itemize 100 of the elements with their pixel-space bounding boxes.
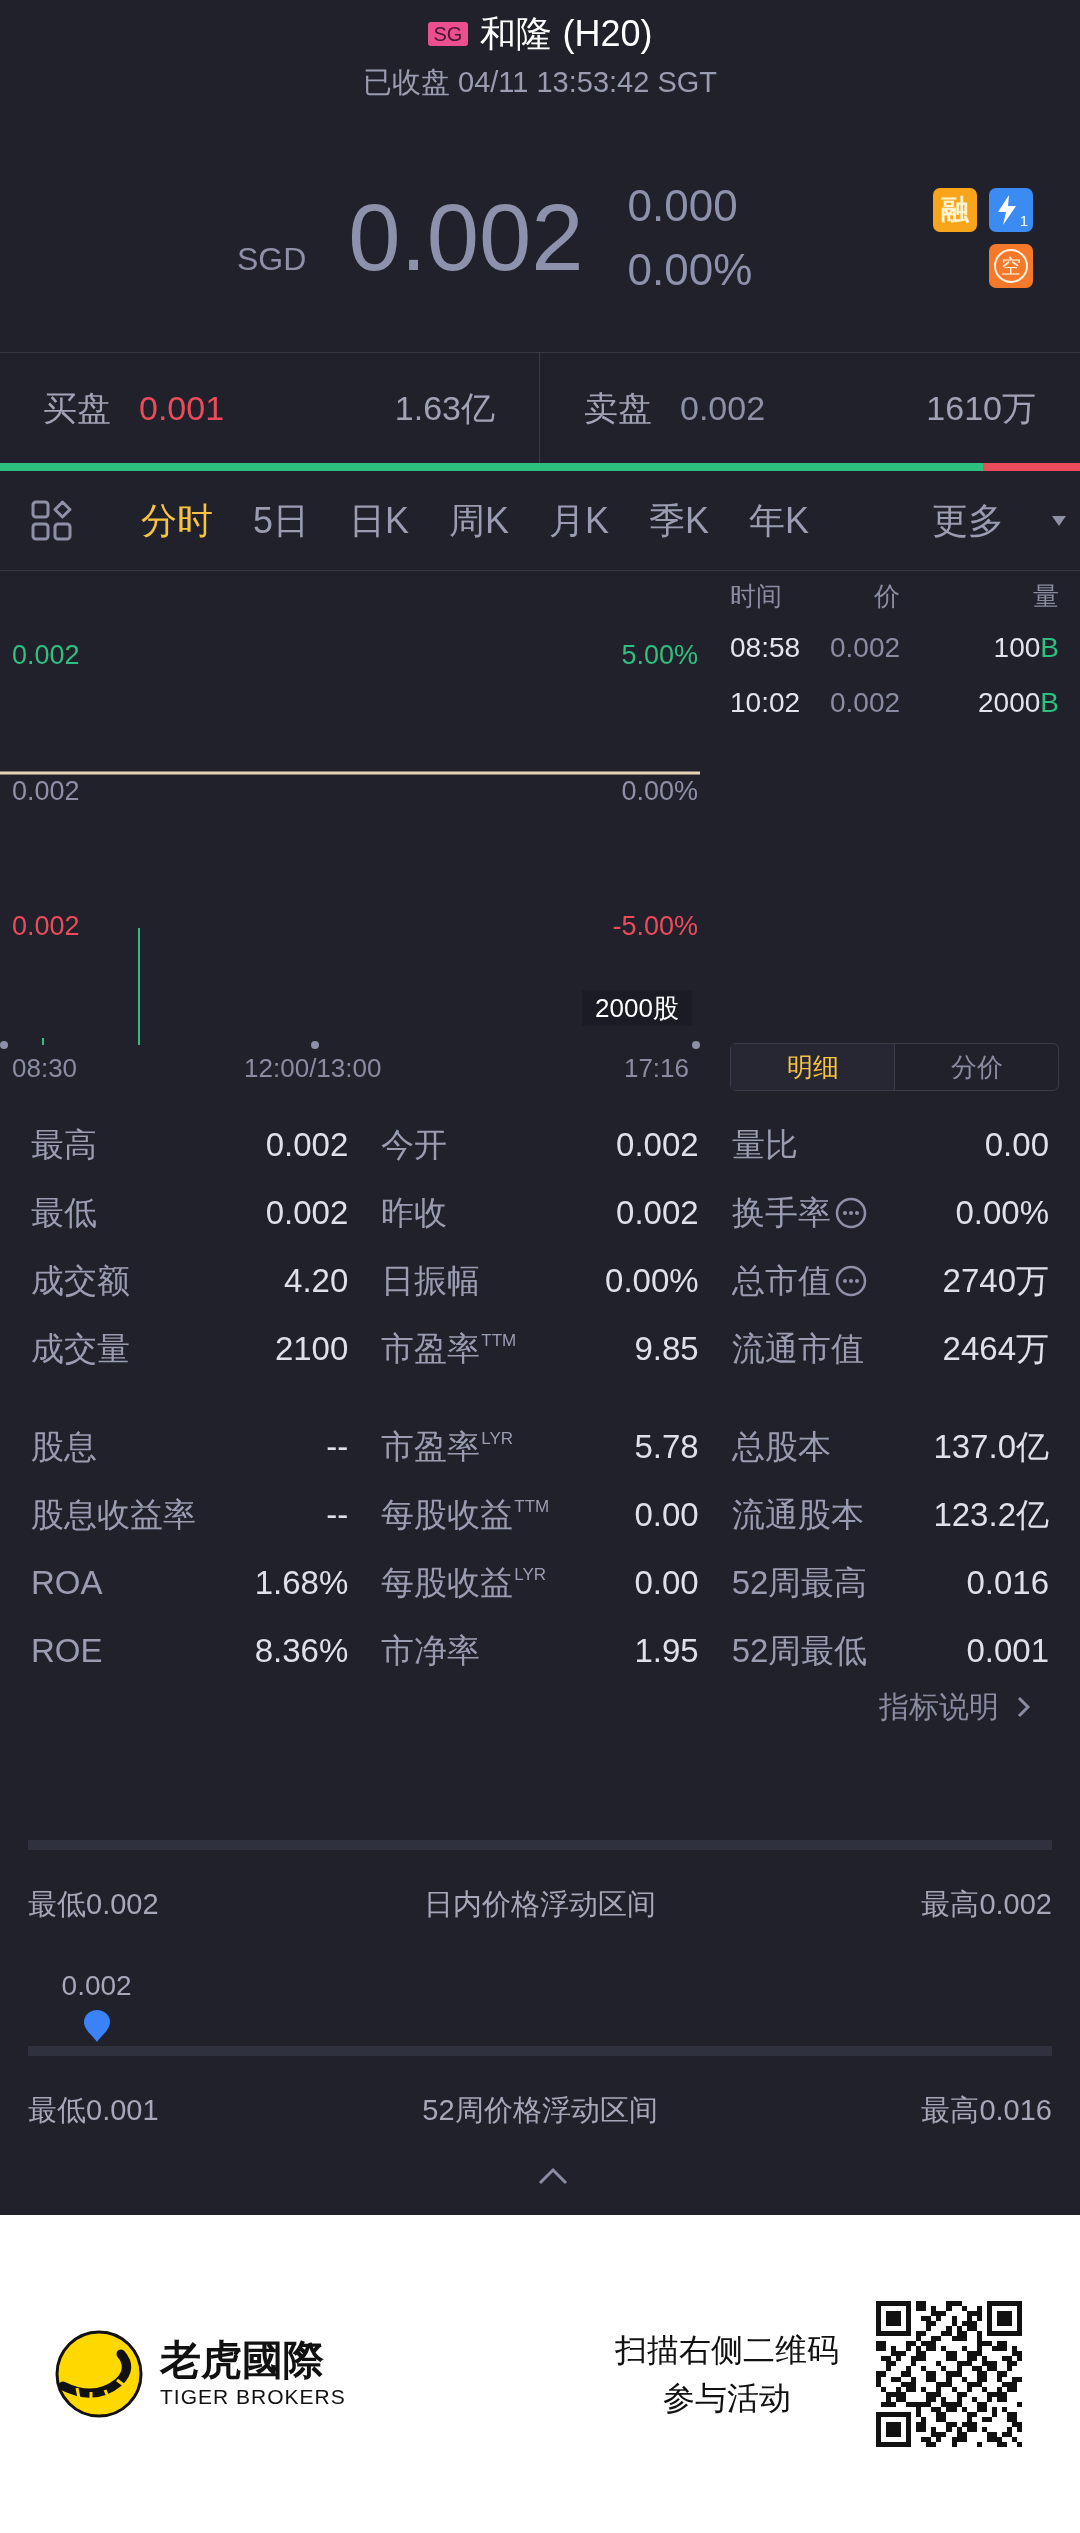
- stat-label: 股息: [31, 1427, 97, 1467]
- period-tab[interactable]: 月K: [549, 498, 610, 543]
- period-tab[interactable]: 周K: [449, 498, 510, 543]
- stat-label: 股息收益率: [31, 1495, 196, 1535]
- stat-label: 市净率: [381, 1631, 481, 1671]
- circled-char: 空: [994, 249, 1028, 283]
- stat-value: 0.016: [966, 1563, 1049, 1603]
- period-tab[interactable]: 年K: [749, 498, 810, 543]
- range-low: 最低0.001: [28, 2093, 159, 2129]
- stat-value: 8.36%: [254, 1631, 349, 1671]
- stat-label: 最高: [31, 1125, 97, 1165]
- column-header: 量: [1032, 579, 1059, 613]
- time-axis-label: 17:16: [623, 1053, 689, 1083]
- stat-value: 0.001: [966, 1631, 1049, 1671]
- view-toggle-tab[interactable]: 明细: [731, 1044, 894, 1090]
- stat-label: 总市值: [731, 1261, 831, 1301]
- stat-value: 0.00%: [955, 1193, 1049, 1233]
- volume-tooltip: 2000股: [582, 990, 692, 1026]
- column-header: 价: [873, 579, 900, 613]
- price-axis-label: 0.002: [12, 910, 80, 942]
- trade-side: B: [1040, 685, 1059, 720]
- badge-number: 1: [1019, 213, 1028, 229]
- stock-title: 和隆 (H20): [480, 14, 653, 54]
- stat-label: 52周最高: [731, 1563, 868, 1603]
- time-dot-icon: [0, 1041, 8, 1049]
- stat-label: 总股本: [731, 1427, 831, 1467]
- period-tab[interactable]: 5日: [253, 498, 310, 543]
- stat-value: 5.78: [634, 1427, 699, 1467]
- stat-value: --: [326, 1427, 349, 1467]
- stat-label: 日振幅: [381, 1261, 481, 1301]
- trade-price: 0.002: [830, 630, 900, 665]
- view-toggle-tab[interactable]: 分价: [894, 1044, 1058, 1090]
- promo-text: 参与活动: [663, 2379, 791, 2418]
- chevron-up-icon[interactable]: [538, 2167, 568, 2185]
- range-low: 最低0.002: [28, 1887, 159, 1923]
- brand-subtitle: TIGER BROKERS: [160, 2384, 346, 2410]
- stat-value: 0.00: [984, 1125, 1049, 1165]
- range-title: 52周价格浮动区间: [422, 2093, 658, 2129]
- order-price: 0.001: [139, 387, 225, 429]
- price-axis-label: 0.002: [12, 775, 80, 807]
- lightning-icon: [997, 195, 1017, 225]
- trade-volume: 100: [993, 630, 1041, 665]
- stat-label: 量比: [731, 1125, 798, 1165]
- stat-value: 0.00%: [605, 1261, 699, 1301]
- percent-axis-label: 0.00%: [621, 775, 698, 807]
- stat-value: 2740万: [942, 1261, 1049, 1301]
- percent-change: 0.00%: [627, 244, 753, 296]
- stat-value: 2464万: [942, 1329, 1049, 1369]
- stat-value: --: [326, 1495, 349, 1535]
- price-change: 0.000: [627, 180, 739, 232]
- currency-label: SGD: [237, 240, 307, 279]
- brand-name: 老虎國際: [160, 2337, 325, 2383]
- promo-text: 扫描右侧二维码: [615, 2331, 839, 2370]
- stat-label: ROE: [31, 1631, 103, 1671]
- chevron-right-icon: [1017, 1696, 1030, 1718]
- range-high: 最高0.002: [921, 1887, 1052, 1923]
- price-axis-label: 0.002: [12, 639, 80, 671]
- time-dot-icon: [311, 1041, 319, 1049]
- stat-value: 0.002: [616, 1193, 699, 1233]
- column-header: 时间: [730, 579, 783, 613]
- marker-price: 0.002: [61, 1971, 132, 2001]
- stat-label: 换手率: [731, 1193, 831, 1233]
- last-price: 0.002: [348, 188, 584, 288]
- logo-icon: [55, 2330, 143, 2418]
- range-title: 日内价格浮动区间: [424, 1887, 656, 1923]
- stat-label: 52周最低: [731, 1631, 868, 1671]
- order-price: 0.002: [680, 387, 766, 429]
- char-badge: 融: [933, 188, 977, 232]
- more-button[interactable]: 更多: [932, 498, 1066, 543]
- period-tab[interactable]: 分时: [141, 498, 213, 543]
- indicator-link[interactable]: 指标说明: [879, 1689, 1030, 1725]
- stat-value: 2100: [274, 1329, 349, 1369]
- order-side-label: 卖盘: [584, 387, 652, 429]
- stat-value: 0.002: [265, 1125, 349, 1165]
- order-volume: 1610万: [926, 387, 1036, 429]
- time-axis-label: 08:30: [12, 1053, 78, 1083]
- order-volume: 1.63亿: [394, 387, 495, 429]
- stat-value: 1.68%: [254, 1563, 349, 1603]
- stat-value: 9.85: [634, 1329, 699, 1369]
- period-tab[interactable]: 日K: [349, 498, 410, 543]
- time-axis-label: 12:00/13:00: [244, 1053, 382, 1083]
- stat-value: 1.95: [634, 1631, 699, 1671]
- stat-value: 137.0亿: [933, 1427, 1049, 1467]
- time-dot-icon: [692, 1041, 700, 1049]
- stat-label: 流通市值: [731, 1329, 864, 1369]
- more-dots-icon[interactable]: [834, 1265, 867, 1297]
- stat-label: 成交额: [31, 1261, 130, 1301]
- percent-axis-label: 5.00%: [621, 639, 698, 671]
- order-side-label: 买盘: [43, 387, 111, 429]
- range-high: 最高0.016: [921, 2093, 1052, 2129]
- period-tab[interactable]: 季K: [649, 498, 710, 543]
- trade-time: 10:02: [730, 685, 802, 720]
- market-status: 已收盘 04/11 13:53:42 SGT: [361, 65, 719, 100]
- stat-label: 市盈率$^{TTM}$: [381, 1329, 517, 1369]
- more-dots-icon[interactable]: [834, 1197, 867, 1229]
- stat-label: 昨收: [381, 1193, 448, 1233]
- stat-label: 成交量: [31, 1329, 130, 1369]
- market-badge: SG: [427, 22, 469, 46]
- apps-grid-icon[interactable]: [31, 500, 72, 541]
- trade-side: B: [1040, 630, 1059, 665]
